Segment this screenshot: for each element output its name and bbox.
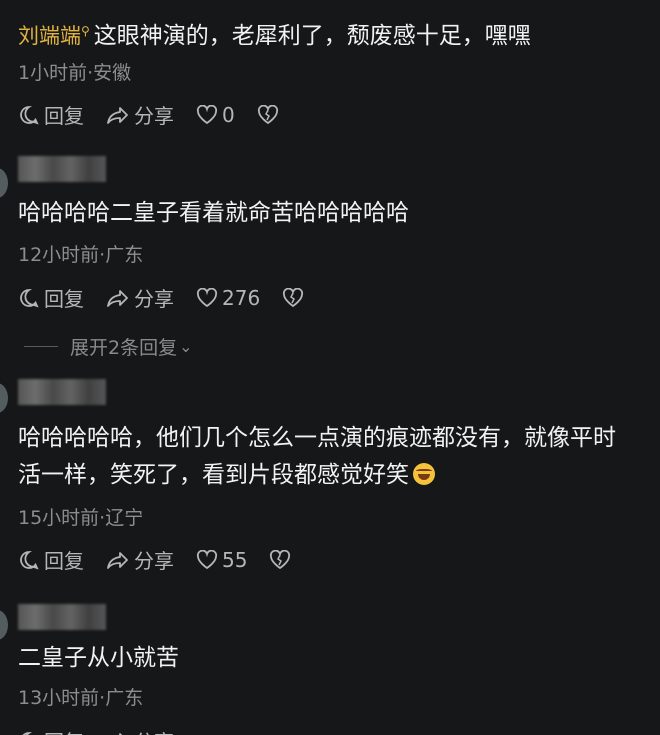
reply-label: 回复 [44,287,84,311]
blurred-username [18,604,106,630]
heart-icon [196,549,218,569]
comment-meta: 13小时前·广东 [18,687,144,709]
share-button[interactable]: 分享 [106,283,174,312]
share-icon [119,732,123,735]
heart-icon [196,287,218,307]
blurred-username [18,379,106,405]
comment-item: 哈哈哈哈二皇子看着就命苦哈哈哈哈哈 12小时前·广东 回复 分享 276 展开2… [0,150,660,365]
reply-icon [22,731,33,735]
comment-meta: 15小时前·辽宁 [18,507,144,529]
comment-meta: 1小时前·安徽 [18,62,132,84]
comment-text: 二皇子从小就苦 [18,645,179,671]
comment-meta: 12小时前·广东 [18,244,144,266]
share-icon [107,551,128,569]
share-icon [107,289,128,307]
comment-item: 二皇子从小就苦 13小时前·广东 回复 分享 [0,598,660,735]
comment-actions: 回复 分享 276 [18,283,330,312]
avatar[interactable] [0,383,8,413]
like-count: 55 [222,547,248,572]
divider [24,346,58,347]
search-icon: ⚲ [81,24,90,38]
share-button[interactable]: 分享 [106,545,174,574]
laughing-tears-emoji [413,463,435,485]
expand-replies-button[interactable]: 展开2条回复 ⌄ [24,333,193,360]
share-button[interactable]: 分享 [106,726,174,735]
username[interactable]: 刘端端 [18,24,81,48]
reply-icon [20,105,39,124]
broken-heart-icon [257,104,278,124]
blurred-username [18,156,106,182]
like-button[interactable]: 276 [196,286,260,310]
heart-icon [196,104,218,124]
share-label: 分享 [134,726,174,735]
comment-actions: 回复 分享 55 [18,545,317,574]
broken-heart-icon [270,549,291,569]
comment-item: 刘端端⚲ 这眼神演的，老犀利了，颓废感十足，嘿嘿 1小时前·安徽 回复 分享 0 [0,0,660,140]
reply-button[interactable]: 回复 [18,100,84,129]
comment-item: 哈哈哈哈哈，他们几个怎么一点演的痕迹都没有，就像平时 活一样，笑死了，看到片段都… [0,375,660,590]
share-button[interactable]: 分享 [106,100,174,129]
broken-heart-icon [283,287,304,307]
reply-icon [20,288,39,307]
dislike-button[interactable] [269,549,295,570]
like-button[interactable]: 0 [196,103,235,127]
like-count: 0 [222,102,235,127]
expand-label: 展开2条回复 [70,337,178,359]
like-button[interactable]: 55 [196,548,247,572]
comment-text: 这眼神演的，老犀利了，颓废感十足，嘿嘿 [93,23,531,49]
reply-label: 回复 [44,549,84,573]
share-label: 分享 [134,104,174,128]
dislike-button[interactable] [257,104,283,125]
reply-button[interactable]: 回复 [18,545,84,574]
comment-text-line-1: 哈哈哈哈哈，他们几个怎么一点演的痕迹都没有，就像平时 [18,425,616,451]
comment-text: 活一样，笑死了，看到片段都感觉好笑 [18,462,409,488]
reply-button[interactable]: 回复 [18,726,84,735]
avatar[interactable] [0,168,8,198]
reply-button[interactable]: 回复 [18,283,84,312]
comment-text: 哈哈哈哈二皇子看着就命苦哈哈哈哈哈 [18,200,409,226]
comment-header-line: 刘端端⚲ 这眼神演的，老犀利了，颓废感十足，嘿嘿 [18,16,531,50]
reply-label: 回复 [44,726,84,735]
comment-list: 刘端端⚲ 这眼神演的，老犀利了，颓废感十足，嘿嘿 1小时前·安徽 回复 分享 0 … [0,0,660,735]
chevron-down-icon: ⌄ [179,337,193,356]
share-icon [107,106,128,124]
comment-text-line-2: 活一样，笑死了，看到片段都感觉好笑 [18,458,660,492]
dislike-button[interactable] [282,287,308,308]
like-count: 276 [222,285,261,310]
comment-actions: 回复 分享 0 [18,100,305,129]
comment-actions: 回复 分享 [18,726,196,735]
share-label: 分享 [134,549,174,573]
avatar[interactable] [0,610,8,640]
share-label: 分享 [134,287,174,311]
reply-icon [20,550,39,569]
reply-label: 回复 [44,104,84,128]
